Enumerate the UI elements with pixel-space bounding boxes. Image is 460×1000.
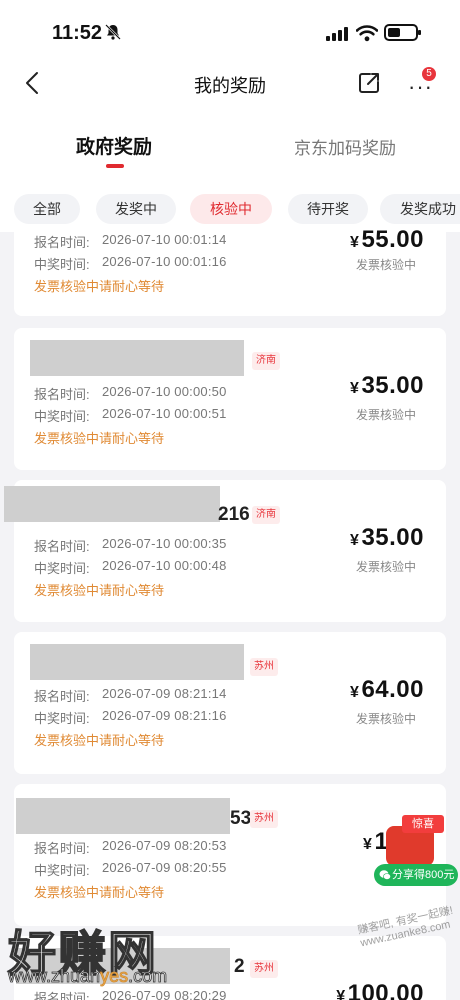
verification-hint: 发票核验中请耐心等待 bbox=[34, 583, 165, 598]
filter-all[interactable]: 全部 bbox=[14, 194, 80, 224]
reward-amount: ¥35.00 bbox=[350, 524, 424, 551]
signup-time-label: 报名时间: bbox=[34, 235, 90, 250]
reward-amount: ¥64.00 bbox=[350, 676, 424, 703]
signup-time-value: 2026-07-09 08:21:14 bbox=[102, 686, 227, 701]
reward-amount: ¥35.00 bbox=[350, 372, 424, 399]
verification-hint: 发票核验中请耐心等待 bbox=[34, 431, 165, 446]
filter-awarded[interactable]: 发奖成功 bbox=[380, 194, 460, 224]
page-title: 我的奖励 bbox=[194, 76, 266, 96]
invoice-number-fragment: 53 bbox=[230, 808, 252, 829]
status-bar: 11:52 bbox=[0, 0, 460, 64]
promo-surprise-label: 惊喜 bbox=[402, 815, 444, 833]
notification-badge: 5 bbox=[422, 67, 436, 81]
wifi-icon bbox=[356, 25, 378, 42]
invoice-number-fragment: 2 bbox=[234, 956, 245, 977]
win-time-value: 2026-07-10 00:00:48 bbox=[102, 558, 227, 573]
city-tag: 济南 bbox=[252, 506, 280, 524]
redacted-invoice-number bbox=[4, 486, 220, 522]
verification-hint: 发票核验中请耐心等待 bbox=[34, 733, 165, 748]
win-time-label: 中奖时间: bbox=[34, 257, 90, 272]
win-time-label: 中奖时间: bbox=[34, 863, 90, 878]
redacted-invoice-number bbox=[30, 340, 244, 376]
reward-card[interactable]: 216 济南 报名时间: 2026-07-10 00:00:35 中奖时间: 2… bbox=[4, 480, 446, 622]
reward-status: 发票核验中 bbox=[355, 560, 416, 574]
win-time-value: 2026-07-09 08:20:55 bbox=[102, 860, 227, 875]
signup-time-value: 2026-07-10 00:00:35 bbox=[102, 536, 227, 551]
status-filter-bar: 全部 发奖中 核验中 待开奖 发奖成功 bbox=[0, 180, 460, 232]
verification-hint: 发票核验中请耐心等待 bbox=[34, 885, 165, 900]
more-dots-icon: ··· bbox=[408, 74, 433, 99]
signup-time-value: 2026-07-10 00:00:50 bbox=[102, 384, 227, 399]
nav-bar: 我的奖励 ··· 5 bbox=[0, 64, 460, 104]
status-time: 11:52 bbox=[52, 22, 103, 44]
win-time-label: 中奖时间: bbox=[34, 561, 90, 576]
share-earn-button[interactable]: 分享得800元 bbox=[374, 864, 458, 886]
city-tag: 济南 bbox=[252, 352, 280, 370]
tab-government-reward[interactable]: 政府奖励 bbox=[76, 132, 152, 159]
reward-amount: ¥55.00 bbox=[350, 226, 424, 253]
win-time-label: 中奖时间: bbox=[34, 409, 90, 424]
redacted-invoice-number bbox=[16, 798, 230, 834]
city-tag: 苏州 bbox=[250, 960, 278, 978]
more-menu-button[interactable]: ··· 5 bbox=[404, 67, 438, 99]
reward-type-tabs: 政府奖励 京东加码奖励 bbox=[0, 104, 460, 180]
invoice-number-fragment: 216 bbox=[218, 504, 250, 525]
win-time-value: 2026-07-10 00:00:51 bbox=[102, 406, 227, 421]
filter-verifying[interactable]: 核验中 bbox=[190, 194, 272, 224]
signup-time-label: 报名时间: bbox=[34, 991, 90, 1000]
signup-time-label: 报名时间: bbox=[34, 387, 90, 402]
reward-amount: ¥100.00 bbox=[336, 980, 424, 1000]
reward-card[interactable]: 济南 报名时间: 2026-07-10 00:00:50 中奖时间: 2026-… bbox=[14, 328, 446, 470]
muted-bell-icon bbox=[105, 24, 121, 40]
reward-status: 发票核验中 bbox=[355, 408, 416, 422]
reward-status: 发票核验中 bbox=[355, 712, 416, 726]
city-tag: 苏州 bbox=[250, 810, 278, 828]
signup-time-value: 2026-07-10 00:01:14 bbox=[102, 232, 227, 247]
share-icon[interactable] bbox=[356, 70, 382, 96]
filter-awarding[interactable]: 发奖中 bbox=[96, 194, 176, 224]
reward-card[interactable]: 报名时间: 2026-07-10 00:01:14 中奖时间: 2026-07-… bbox=[14, 226, 446, 316]
filter-pending-draw[interactable]: 待开奖 bbox=[288, 194, 368, 224]
tab-jd-bonus-reward[interactable]: 京东加码奖励 bbox=[294, 134, 396, 159]
verification-hint: 发票核验中请耐心等待 bbox=[34, 279, 165, 294]
win-time-value: 2026-07-09 08:21:16 bbox=[102, 708, 227, 723]
win-time-label: 中奖时间: bbox=[34, 711, 90, 726]
active-tab-indicator bbox=[106, 164, 124, 168]
city-tag: 苏州 bbox=[250, 658, 278, 676]
redacted-invoice-number bbox=[30, 644, 244, 680]
share-promo-widget[interactable]: 惊喜 分享得800元 bbox=[372, 815, 458, 888]
watermark-site: www.zhuanyes.com bbox=[8, 966, 168, 987]
battery-icon bbox=[384, 24, 421, 41]
signup-time-label: 报名时间: bbox=[34, 689, 90, 704]
signup-time-label: 报名时间: bbox=[34, 841, 90, 856]
signup-time-value: 2026-07-09 08:20:53 bbox=[102, 838, 227, 853]
win-time-value: 2026-07-10 00:01:16 bbox=[102, 254, 227, 269]
share-earn-label: 分享得800元 bbox=[392, 869, 455, 881]
wechat-icon bbox=[379, 870, 391, 880]
signup-time-label: 报名时间: bbox=[34, 539, 90, 554]
cellular-signal-icon bbox=[326, 27, 348, 41]
reward-card[interactable]: 苏州 报名时间: 2026-07-09 08:21:14 中奖时间: 2026-… bbox=[14, 632, 446, 774]
signup-time-value: 2026-07-09 08:20:29 bbox=[102, 988, 227, 1000]
reward-status: 发票核验中 bbox=[355, 258, 416, 272]
